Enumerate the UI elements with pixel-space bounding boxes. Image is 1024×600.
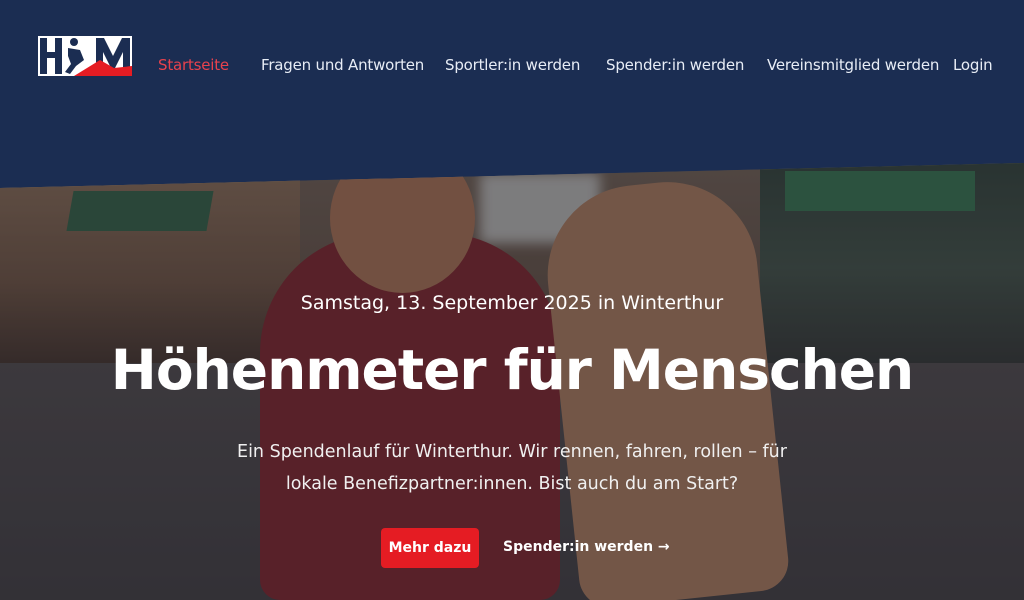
hero-title: Höhenmeter für Menschen xyxy=(110,338,914,402)
event-date: Samstag, 13. September 2025 in Winterthu… xyxy=(300,292,724,314)
spender-werden-link[interactable]: Spender:in werden → xyxy=(503,539,670,555)
hero-content: Samstag, 13. September 2025 in Winterthu… xyxy=(0,0,1024,600)
hero-description: Ein Spendenlauf für Winterthur. Wir renn… xyxy=(237,442,787,494)
mehr-dazu-button[interactable]: Mehr dazu xyxy=(381,528,479,568)
